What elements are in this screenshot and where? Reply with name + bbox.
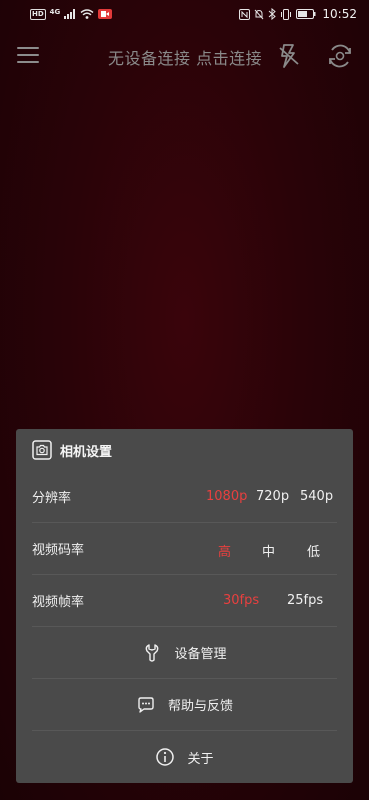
about-button[interactable]: 关于: [32, 731, 337, 783]
info-icon: [156, 748, 175, 766]
menu-icon[interactable]: [17, 47, 39, 65]
wrench-icon: [146, 643, 159, 662]
resolution-row: 分辨率 1080p 720p 540p: [32, 471, 337, 523]
resolution-option-540p[interactable]: 540p: [300, 489, 333, 504]
hd-badge: HD: [30, 8, 46, 20]
about-label: 关于: [187, 751, 214, 767]
framerate-row: 视频帧率 30fps 25fps: [32, 575, 337, 627]
device-management-button[interactable]: 设备管理: [32, 627, 337, 679]
help-feedback-label: 帮助与反馈: [167, 699, 233, 714]
network-type: 4G: [49, 7, 61, 16]
panel-title: 相机设置: [60, 444, 113, 460]
camera-settings-panel: 相机设置 分辨率 1080p 720p 540p 视频码率 高 中 低 视频帧率…: [16, 429, 353, 783]
bitrate-option-high[interactable]: 高: [218, 541, 231, 560]
resolution-option-1080p[interactable]: 1080p: [206, 489, 247, 504]
camera-icon: [32, 440, 52, 460]
framerate-option-30fps[interactable]: 30fps: [223, 593, 259, 608]
wifi-icon: [80, 9, 94, 19]
bitrate-option-low[interactable]: 低: [307, 541, 320, 560]
help-feedback-button[interactable]: 帮助与反馈: [32, 679, 337, 731]
bitrate-row: 视频码率 高 中 低: [32, 523, 337, 575]
bluetooth-icon: [269, 8, 277, 20]
resolution-option-720p[interactable]: 720p: [256, 489, 289, 504]
nfc-icon: [239, 8, 251, 20]
screen-record-icon: [98, 9, 113, 19]
top-toolbar: 无设备连接 点击连接: [0, 34, 369, 78]
vibrate-icon: [281, 8, 292, 20]
panel-header: 相机设置: [16, 429, 353, 471]
resolution-label: 分辨率: [32, 491, 72, 506]
flash-off-icon[interactable]: [276, 42, 302, 70]
device-management-label: 设备管理: [174, 647, 227, 662]
mute-icon: [255, 9, 264, 19]
camera-flip-icon[interactable]: [326, 42, 354, 70]
battery-icon: [296, 9, 316, 19]
chat-help-icon: [138, 696, 154, 713]
clock: 10:52: [322, 7, 357, 21]
bitrate-option-medium[interactable]: 中: [262, 541, 275, 560]
signal-icon: [64, 9, 76, 19]
framerate-label: 视频帧率: [32, 595, 85, 610]
status-bar: HD 4G 10:52: [0, 0, 369, 28]
framerate-option-25fps[interactable]: 25fps: [287, 593, 323, 608]
bitrate-label: 视频码率: [32, 543, 85, 558]
connect-device-link[interactable]: 无设备连接 点击连接: [108, 45, 262, 69]
